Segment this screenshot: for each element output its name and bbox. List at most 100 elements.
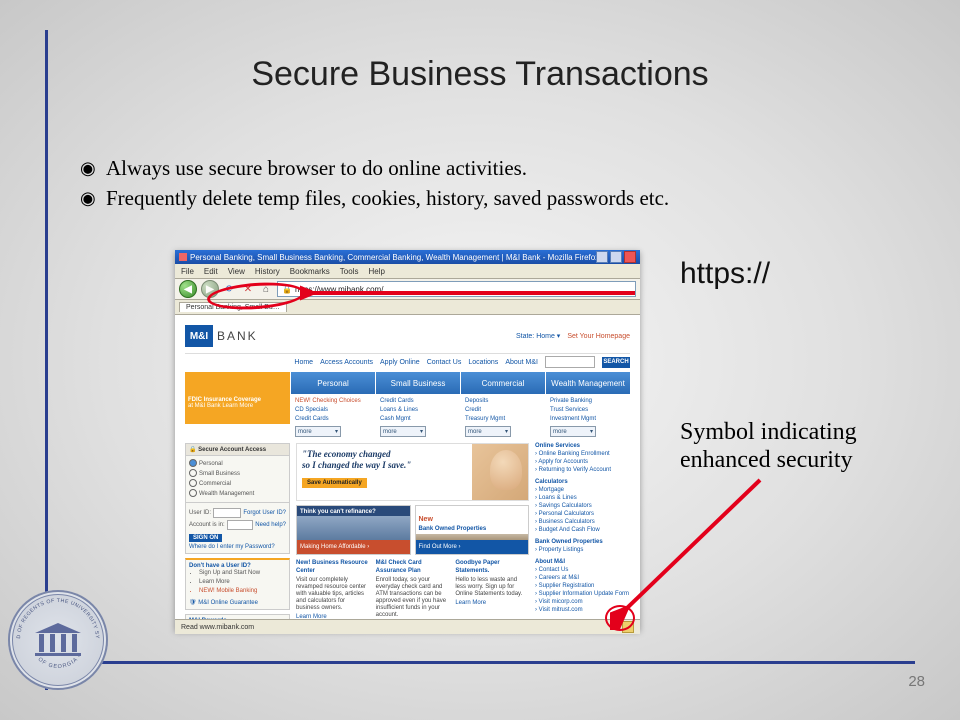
section-link[interactable]: Visit mitrust.com — [535, 606, 630, 614]
menu-item[interactable]: Bookmarks — [290, 267, 330, 276]
sublink[interactable]: Investment Mgmt — [550, 415, 625, 424]
section-link[interactable]: Visit micorp.com — [535, 598, 630, 606]
sublink[interactable]: Cash Mgmt — [380, 415, 455, 424]
section-link[interactable]: Loans & Lines — [535, 494, 630, 502]
sublink[interactable]: Loans & Lines — [380, 406, 455, 415]
menu-item[interactable]: Edit — [204, 267, 218, 276]
forward-button[interactable]: ▶ — [201, 280, 219, 298]
signon-button[interactable]: SIGN ON — [189, 534, 222, 542]
more-dropdown[interactable]: more — [295, 426, 341, 437]
learn-more-link[interactable]: Learn More — [296, 614, 370, 619]
window-buttons — [596, 251, 636, 263]
tile-bankowned[interactable]: New Bank Owned Properties Find Out More … — [415, 505, 530, 555]
category-tab[interactable]: Commercial — [460, 372, 545, 394]
university-seal: BOARD OF REGENTS OF THE UNIVERSITY SYSTE… — [8, 590, 108, 690]
browser-tab[interactable]: Personal Banking, Small Bu… — [179, 302, 287, 312]
home-icon[interactable]: ⌂ — [259, 282, 273, 296]
account-type[interactable]: Personal — [189, 459, 286, 469]
where-password-link[interactable]: Where do I enter my Password? — [189, 544, 286, 550]
section-link[interactable]: Mortgage — [535, 486, 630, 494]
sidebar: 🔒 Secure Account Access Personal Small B… — [185, 443, 290, 619]
minimize-button[interactable] — [596, 251, 608, 263]
sublink[interactable]: Trust Services — [550, 406, 625, 415]
section-link[interactable]: Supplier Registration — [535, 582, 630, 590]
maximize-button[interactable] — [610, 251, 622, 263]
search-input[interactable] — [545, 356, 595, 368]
stop-icon[interactable]: ✕ — [241, 282, 255, 296]
hero: "The economy changed so I changed the wa… — [296, 443, 529, 501]
sublink[interactable]: Private Banking — [550, 397, 625, 406]
section-link[interactable]: Contact Us — [535, 566, 630, 574]
sublink[interactable]: Credit Cards — [295, 415, 370, 424]
rewards-panel: M&I Rewards Learn More View/Redeem Point… — [185, 614, 290, 619]
guarantee-link[interactable]: 🛡 M&I Online Guarantee — [189, 599, 286, 606]
list-item[interactable]: NEW! Mobile Banking — [199, 587, 286, 596]
more-dropdown[interactable]: more — [550, 426, 596, 437]
topnav-link[interactable]: Locations — [468, 359, 498, 366]
btile-head: New! Business Resource Center — [296, 559, 370, 575]
sublink[interactable]: CD Specials — [295, 406, 370, 415]
category-tab[interactable]: Wealth Management — [545, 372, 630, 394]
close-button[interactable] — [624, 251, 636, 263]
menu-item[interactable]: File — [181, 267, 194, 276]
hero-button[interactable]: Save Automatically — [302, 478, 367, 488]
sublink[interactable]: Treasury Mgmt — [465, 415, 540, 424]
btile-text: Hello to less waste and less worry. Sign… — [455, 577, 529, 598]
top-nav-2: Home Access Accounts Apply Online Contac… — [185, 356, 630, 368]
section-head: Calculators — [535, 479, 630, 485]
section-link[interactable]: Returning to Verify Account — [535, 466, 630, 474]
bottom-tile: Goodbye Paper Statements. Hello to less … — [455, 559, 529, 619]
section-link[interactable]: Careers at M&I — [535, 574, 630, 582]
forgot-link[interactable]: Forgot User ID? — [243, 510, 286, 516]
section-link[interactable]: Apply for Accounts — [535, 458, 630, 466]
set-homepage-link[interactable]: Set Your Homepage — [567, 333, 630, 340]
topnav-link[interactable]: Home — [294, 359, 313, 366]
section-link[interactable]: Property Listings — [535, 546, 630, 554]
sublink[interactable]: NEW! Checking Choices — [295, 397, 370, 406]
menu-item[interactable]: View — [228, 267, 245, 276]
panel-body: Don't have a User ID? Sign Up and Start … — [186, 560, 289, 609]
security-padlock-icon — [622, 621, 634, 633]
section-link[interactable]: Personal Calculators — [535, 510, 630, 518]
more-dropdown[interactable]: more — [465, 426, 511, 437]
account-type[interactable]: Commercial — [189, 479, 286, 489]
topnav-link[interactable]: Contact Us — [427, 359, 462, 366]
panel-body: M&I Rewards Learn More View/Redeem Point… — [186, 615, 289, 619]
list-item[interactable]: Sign Up and Start Now — [199, 569, 286, 578]
section-link[interactable]: Business Calculators — [535, 518, 630, 526]
topnav-link[interactable]: Access Accounts — [320, 359, 373, 366]
topnav-link[interactable]: Apply Online — [380, 359, 420, 366]
menu-item[interactable]: Tools — [340, 267, 359, 276]
section-link[interactable]: Budget And Cash Flow — [535, 526, 630, 534]
browser-menubar: File Edit View History Bookmarks Tools H… — [175, 264, 640, 279]
userid-input[interactable] — [213, 508, 241, 518]
btile-head: Goodbye Paper Statements. — [455, 559, 529, 575]
section-link[interactable]: Savings Calculators — [535, 502, 630, 510]
category-tab[interactable]: Small Business — [375, 372, 460, 394]
section-link[interactable]: Supplier Information Update Form — [535, 590, 630, 598]
list-item[interactable]: Learn More — [199, 578, 286, 587]
topnav-link[interactable]: About M&I — [505, 359, 538, 366]
state-picker[interactable]: State: Home ▾ — [516, 332, 560, 340]
menu-item[interactable]: History — [255, 267, 280, 276]
hero-quote-1: "The economy changed — [302, 449, 467, 460]
section-link[interactable]: Online Banking Enrollment — [535, 450, 630, 458]
browser-screenshot: Personal Banking, Small Business Banking… — [175, 250, 640, 630]
acct-select[interactable] — [227, 520, 254, 530]
sublink[interactable]: Deposits — [465, 397, 540, 406]
reload-icon[interactable]: ⟳ — [223, 282, 237, 296]
category-tab[interactable]: Personal — [290, 372, 375, 394]
tile-refinance[interactable]: Think you can't refinance? Making Home A… — [296, 505, 411, 555]
sublink[interactable]: Credit — [465, 406, 540, 415]
back-button[interactable]: ◀ — [179, 280, 197, 298]
account-type[interactable]: Wealth Management — [189, 489, 286, 499]
learn-more-link[interactable]: Learn More — [455, 600, 529, 606]
more-dropdown[interactable]: more — [380, 426, 426, 437]
search-button[interactable]: SEARCH — [602, 357, 630, 368]
address-bar[interactable]: 🔒 https://www.mibank.com/ — [277, 281, 636, 297]
brand: M&I BANK — [185, 325, 258, 347]
sublink[interactable]: Credit Cards — [380, 397, 455, 406]
needhelp-link[interactable]: Need help? — [255, 522, 286, 528]
account-type[interactable]: Small Business — [189, 469, 286, 479]
menu-item[interactable]: Help — [368, 267, 384, 276]
